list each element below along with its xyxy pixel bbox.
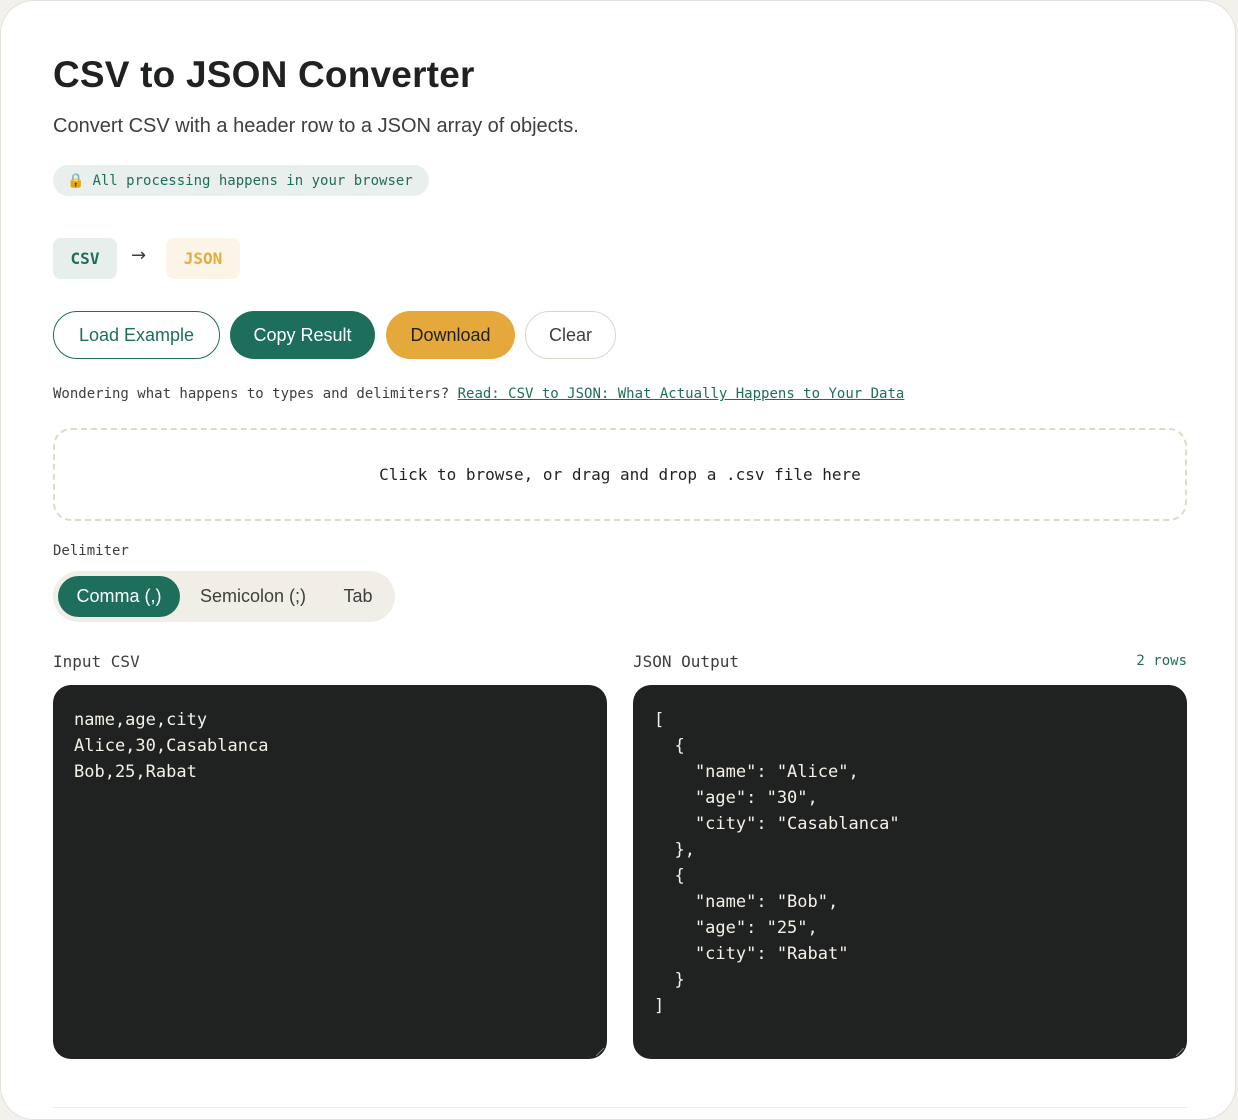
load-example-button[interactable]: Load Example (53, 311, 220, 359)
delimiter-option-semicolon[interactable]: Semicolon (;) (186, 576, 320, 617)
converter-card: CSV to JSON Converter Convert CSV with a… (0, 0, 1236, 1120)
arrow-right-icon: → (131, 245, 147, 266)
csv-input-textarea[interactable]: name,age,city Alice,30,Casablanca Bob,25… (53, 685, 607, 1059)
lock-icon: 🔒 (67, 172, 85, 189)
article-hint-text: Wondering what happens to types and deli… (53, 386, 450, 402)
file-dropzone[interactable]: Click to browse, or drag and drop a .csv… (53, 428, 1187, 521)
delimiter-option-tab[interactable]: Tab (328, 576, 388, 617)
privacy-badge-text: All processing happens in your browser (92, 172, 413, 189)
json-output-label: JSON Output (633, 652, 739, 671)
input-csv-label: Input CSV (53, 652, 140, 671)
download-button[interactable]: Download (386, 311, 515, 359)
privacy-badge: 🔒 All processing happens in your browser (53, 165, 429, 196)
page-subtitle: Convert CSV with a header row to a JSON … (53, 115, 579, 137)
page-title: CSV to JSON Converter (53, 54, 475, 95)
resize-handle-icon[interactable] (596, 1048, 604, 1056)
delimiter-label: Delimiter (53, 543, 129, 559)
row-count: 2 rows (1136, 653, 1187, 669)
source-format-badge: CSV (53, 238, 117, 279)
article-link[interactable]: Read: CSV to JSON: What Actually Happens… (458, 386, 905, 402)
article-hint: Wondering what happens to types and deli… (53, 386, 904, 402)
clear-button[interactable]: Clear (525, 311, 616, 359)
target-format-badge: JSON (166, 238, 240, 279)
resize-handle-icon[interactable] (1176, 1048, 1184, 1056)
delimiter-selector: Comma (,) Semicolon (;) Tab (53, 571, 395, 622)
json-output-textarea[interactable]: [ { "name": "Alice", "age": "30", "city"… (633, 685, 1187, 1059)
copy-result-button[interactable]: Copy Result (230, 311, 375, 359)
dropzone-text: Click to browse, or drag and drop a .csv… (379, 465, 861, 484)
delimiter-option-comma[interactable]: Comma (,) (58, 576, 180, 617)
